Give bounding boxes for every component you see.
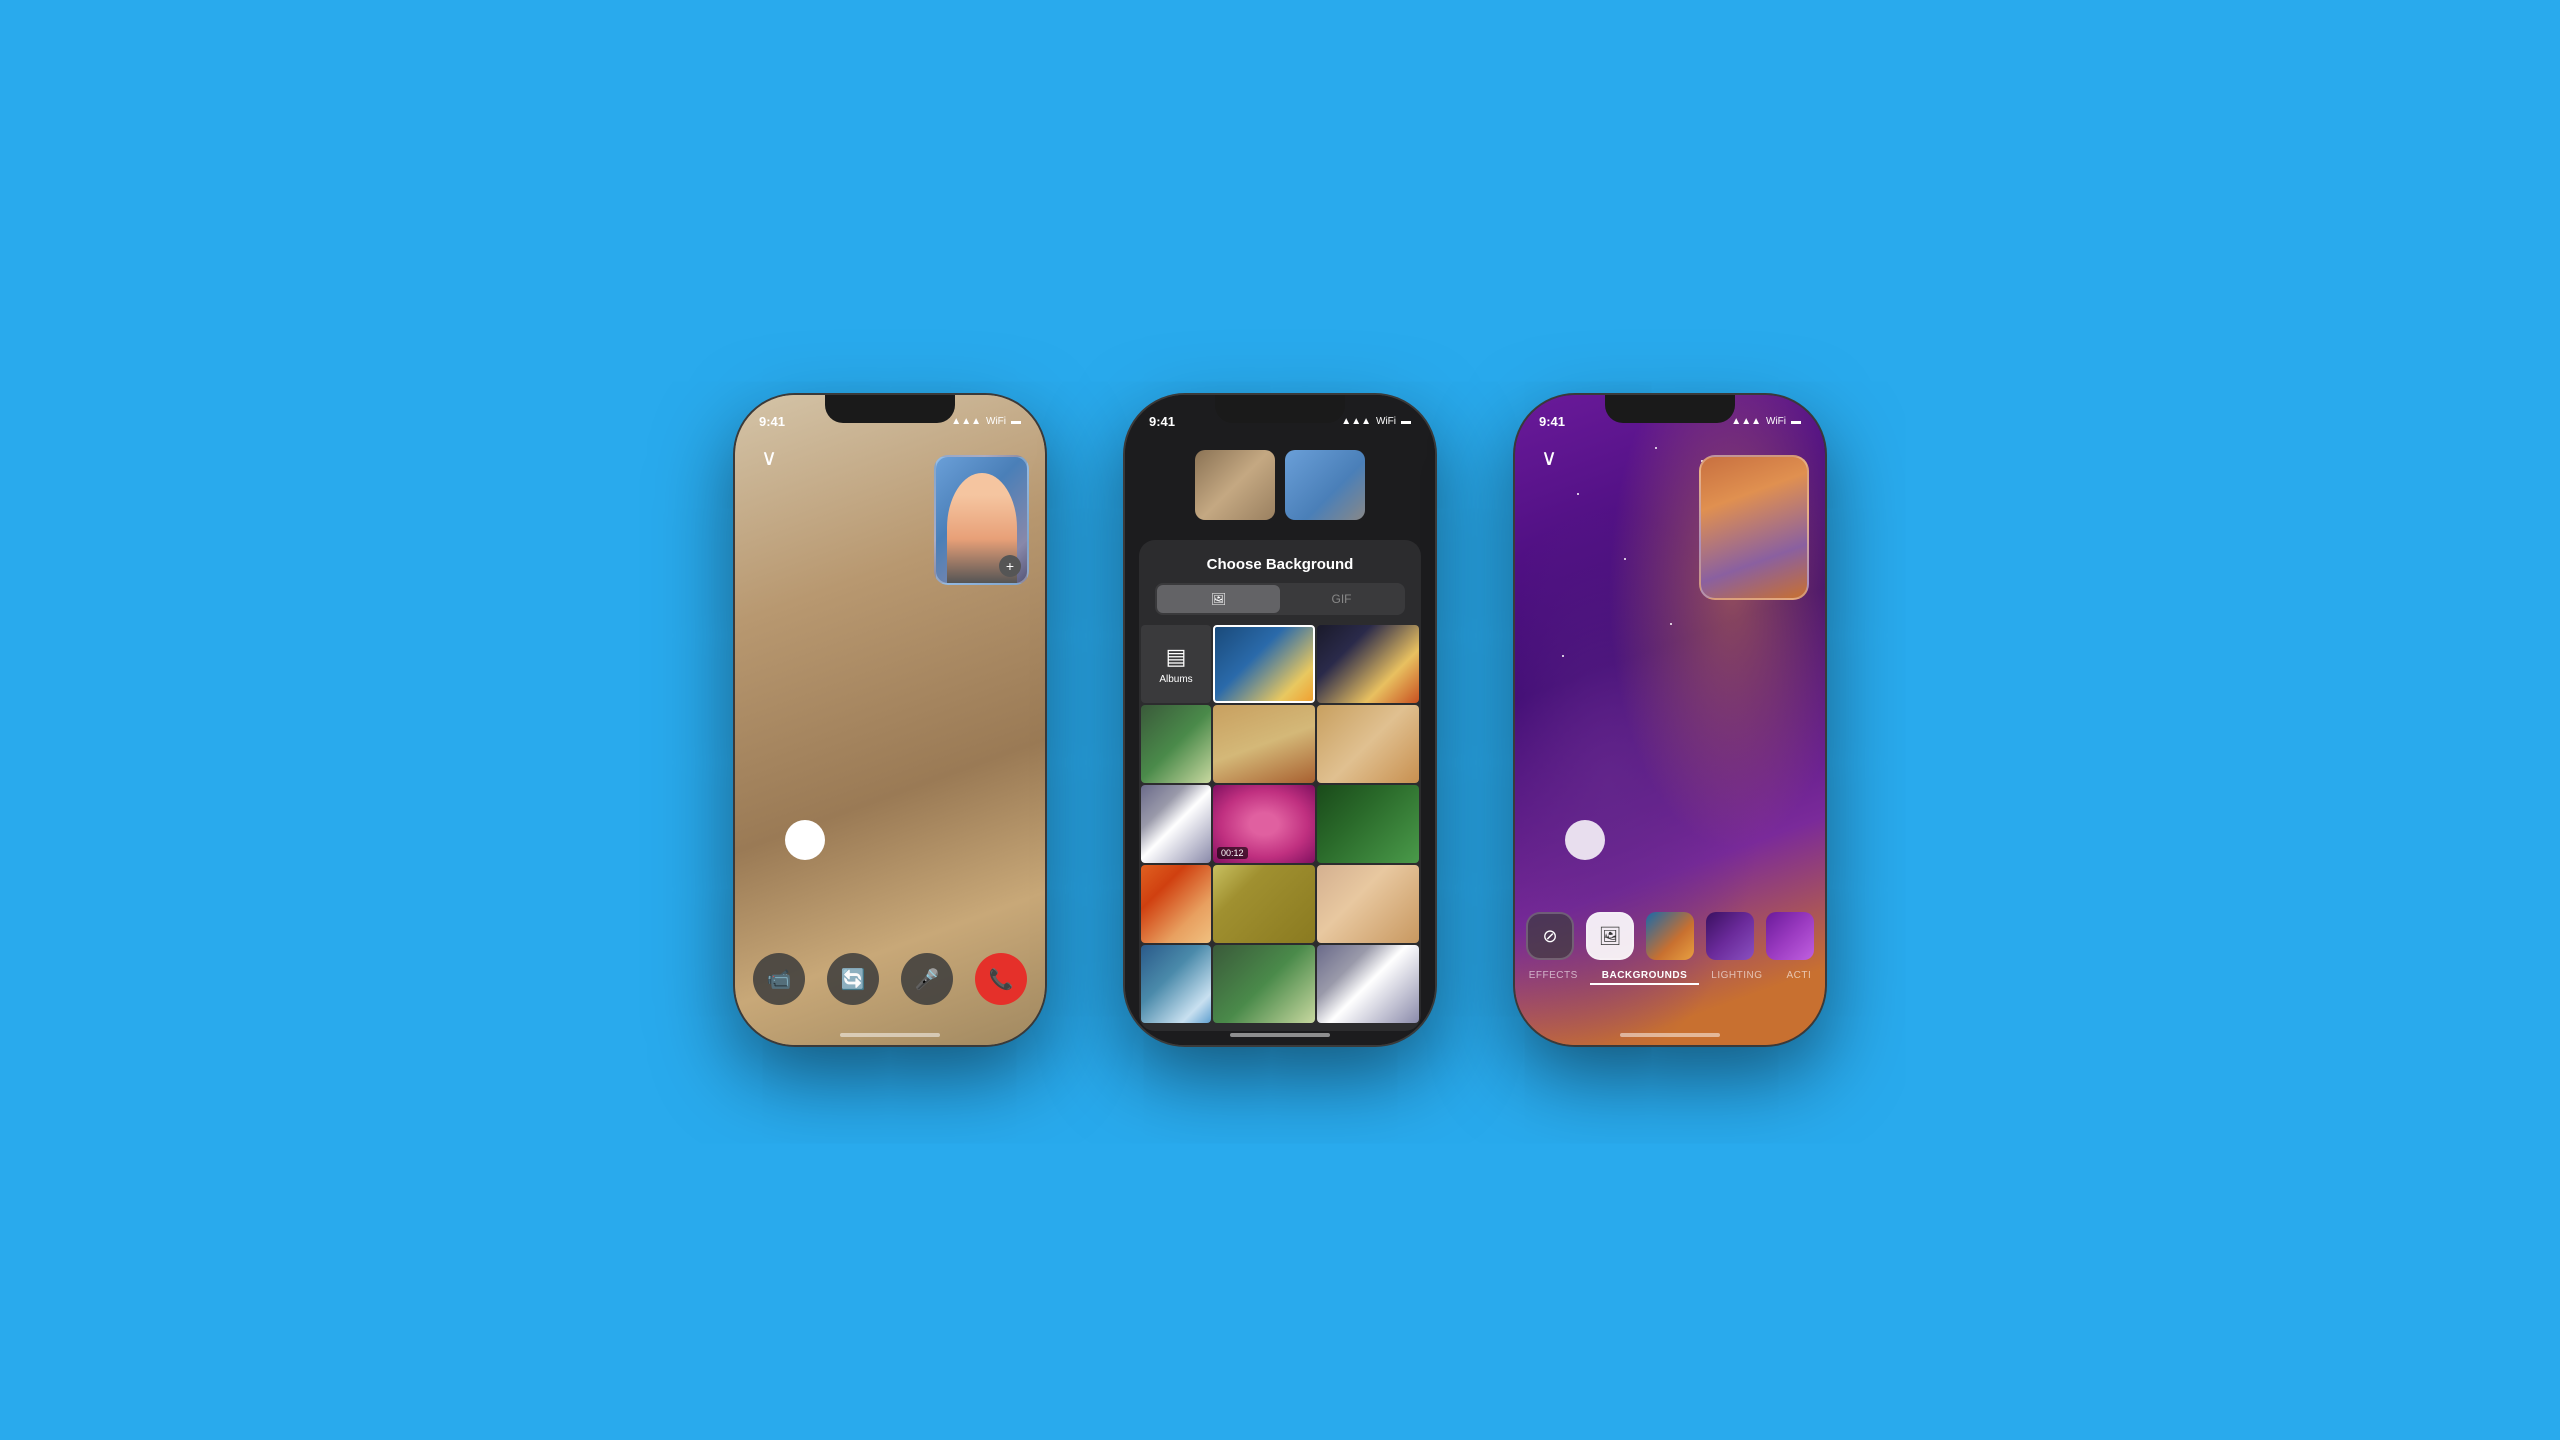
backgrounds-button[interactable]: 🖼 bbox=[1586, 912, 1634, 960]
battery-icon: ▬ bbox=[1011, 416, 1021, 427]
time-right: 9:41 bbox=[1539, 414, 1565, 429]
star-7 bbox=[1655, 447, 1657, 449]
actions-label[interactable]: ACTI bbox=[1775, 970, 1824, 985]
tab-gif[interactable]: GIF bbox=[1280, 585, 1403, 613]
albums-label: Albums bbox=[1159, 674, 1192, 685]
screen-right: 9:41 ▲▲▲ WiFi ▬ ∨ ⊘ bbox=[1515, 395, 1825, 1045]
photo-cell-10[interactable] bbox=[1213, 865, 1315, 943]
backgrounds-icon: 🖼 bbox=[1599, 926, 1622, 947]
photo-cell-4[interactable] bbox=[1213, 705, 1315, 783]
video-duration-badge: 00:12 bbox=[1217, 847, 1248, 859]
home-indicator-left bbox=[840, 1033, 940, 1037]
microphone-button[interactable]: 🎤 bbox=[901, 953, 953, 1005]
chevron-down-left[interactable]: ∨ bbox=[761, 445, 777, 471]
effect-icons-row: ⊘ 🖼 bbox=[1515, 912, 1825, 960]
photo-cell-3[interactable] bbox=[1141, 705, 1211, 783]
star-4 bbox=[1562, 655, 1564, 657]
gif-tab-label: GIF bbox=[1332, 592, 1352, 606]
photo-cell-6[interactable] bbox=[1141, 785, 1211, 863]
right-bottom-controls: ⊘ 🖼 EFFECTS BACKGROUNDS LIGHTING ACTI bbox=[1515, 912, 1825, 985]
albums-cell[interactable]: ▤ Albums bbox=[1141, 625, 1211, 703]
pip-thumbnail-left: + bbox=[934, 455, 1029, 585]
choose-background-panel: Choose Background 🖼 GIF ▤ Albums bbox=[1139, 540, 1421, 1031]
photo-cell-12[interactable] bbox=[1141, 945, 1211, 1023]
phone-right: 9:41 ▲▲▲ WiFi ▬ ∨ ⊘ bbox=[1515, 395, 1825, 1045]
photo-cell-7[interactable]: 00:12 bbox=[1213, 785, 1315, 863]
mute-indicator bbox=[785, 820, 825, 860]
flip-icon: 🔄 bbox=[841, 967, 866, 992]
albums-icon: ▤ bbox=[1166, 644, 1187, 670]
photo-tab-icon: 🖼 bbox=[1211, 592, 1226, 606]
photo-cell-14[interactable] bbox=[1317, 945, 1419, 1023]
home-indicator-right bbox=[1620, 1033, 1720, 1037]
photo-cell-13[interactable] bbox=[1213, 945, 1315, 1023]
space-background-option[interactable] bbox=[1706, 912, 1754, 960]
photo-cell-1[interactable] bbox=[1213, 625, 1315, 703]
photo-cell-11[interactable] bbox=[1317, 865, 1419, 943]
screen-center: 9:41 ▲▲▲ WiFi ▬ Choose Background 🖼 bbox=[1125, 395, 1435, 1045]
phone-center: 9:41 ▲▲▲ WiFi ▬ Choose Background 🖼 bbox=[1125, 395, 1435, 1045]
backgrounds-label[interactable]: BACKGROUNDS bbox=[1590, 970, 1700, 985]
purple-background-option[interactable] bbox=[1766, 912, 1814, 960]
star-6 bbox=[1670, 623, 1672, 625]
mic-icon: 🎤 bbox=[915, 967, 940, 992]
wifi-icon: WiFi bbox=[986, 416, 1006, 427]
screen-left: 9:41 ▲▲▲ WiFi ▬ ∨ + 📹 bbox=[735, 395, 1045, 1045]
star-2 bbox=[1624, 558, 1626, 560]
photo-grid: ▤ Albums 00:12 bbox=[1139, 625, 1421, 1023]
battery-icon-c: ▬ bbox=[1401, 416, 1411, 427]
end-call-button[interactable]: 📞 bbox=[975, 953, 1027, 1005]
tab-labels-row: EFFECTS BACKGROUNDS LIGHTING ACTI bbox=[1515, 970, 1825, 985]
video-thumb-1[interactable] bbox=[1195, 450, 1275, 520]
video-thumb-2[interactable] bbox=[1285, 450, 1365, 520]
signal-icon-r: ▲▲▲ bbox=[1731, 416, 1761, 427]
notch-left bbox=[825, 395, 955, 423]
call-controls: 📹 🔄 🎤 📞 bbox=[735, 953, 1045, 1005]
photo-cell-2[interactable] bbox=[1317, 625, 1419, 703]
background-tabs: 🖼 GIF bbox=[1155, 583, 1405, 615]
signal-icon: ▲▲▲ bbox=[951, 416, 981, 427]
photo-cell-9[interactable] bbox=[1141, 865, 1211, 943]
time-left: 9:41 bbox=[759, 414, 785, 429]
tab-photos[interactable]: 🖼 bbox=[1157, 585, 1280, 613]
status-icons-center: ▲▲▲ WiFi ▬ bbox=[1341, 416, 1411, 427]
time-center: 9:41 bbox=[1149, 414, 1175, 429]
wifi-icon-r: WiFi bbox=[1766, 416, 1786, 427]
video-button[interactable]: 📹 bbox=[753, 953, 805, 1005]
phones-container: 9:41 ▲▲▲ WiFi ▬ ∨ + 📹 bbox=[735, 395, 1825, 1045]
pip-add-button[interactable]: + bbox=[999, 555, 1021, 577]
notch-center bbox=[1215, 395, 1345, 423]
phone-left: 9:41 ▲▲▲ WiFi ▬ ∨ + 📹 bbox=[735, 395, 1045, 1045]
panel-title: Choose Background bbox=[1139, 540, 1421, 583]
wifi-icon-c: WiFi bbox=[1376, 416, 1396, 427]
effects-none-button[interactable]: ⊘ bbox=[1526, 912, 1574, 960]
flip-camera-button[interactable]: 🔄 bbox=[827, 953, 879, 1005]
status-icons-right: ▲▲▲ WiFi ▬ bbox=[1731, 416, 1801, 427]
effects-label[interactable]: EFFECTS bbox=[1517, 970, 1590, 985]
no-effects-icon: ⊘ bbox=[1542, 926, 1557, 947]
pip-thumbnail-right bbox=[1699, 455, 1809, 600]
mute-indicator-right bbox=[1565, 820, 1605, 860]
battery-icon-r: ▬ bbox=[1791, 416, 1801, 427]
chevron-down-right[interactable]: ∨ bbox=[1541, 445, 1557, 471]
landscape-background-option[interactable] bbox=[1646, 912, 1694, 960]
photo-cell-5[interactable] bbox=[1317, 705, 1419, 783]
video-thumbnails bbox=[1125, 450, 1435, 520]
end-call-icon: 📞 bbox=[989, 967, 1014, 992]
signal-icon-c: ▲▲▲ bbox=[1341, 416, 1371, 427]
status-icons-left: ▲▲▲ WiFi ▬ bbox=[951, 416, 1021, 427]
photo-cell-8[interactable] bbox=[1317, 785, 1419, 863]
star-1 bbox=[1577, 493, 1579, 495]
video-icon: 📹 bbox=[767, 967, 792, 992]
lighting-label[interactable]: LIGHTING bbox=[1699, 970, 1774, 985]
home-indicator-center bbox=[1230, 1033, 1330, 1037]
notch-right bbox=[1605, 395, 1735, 423]
